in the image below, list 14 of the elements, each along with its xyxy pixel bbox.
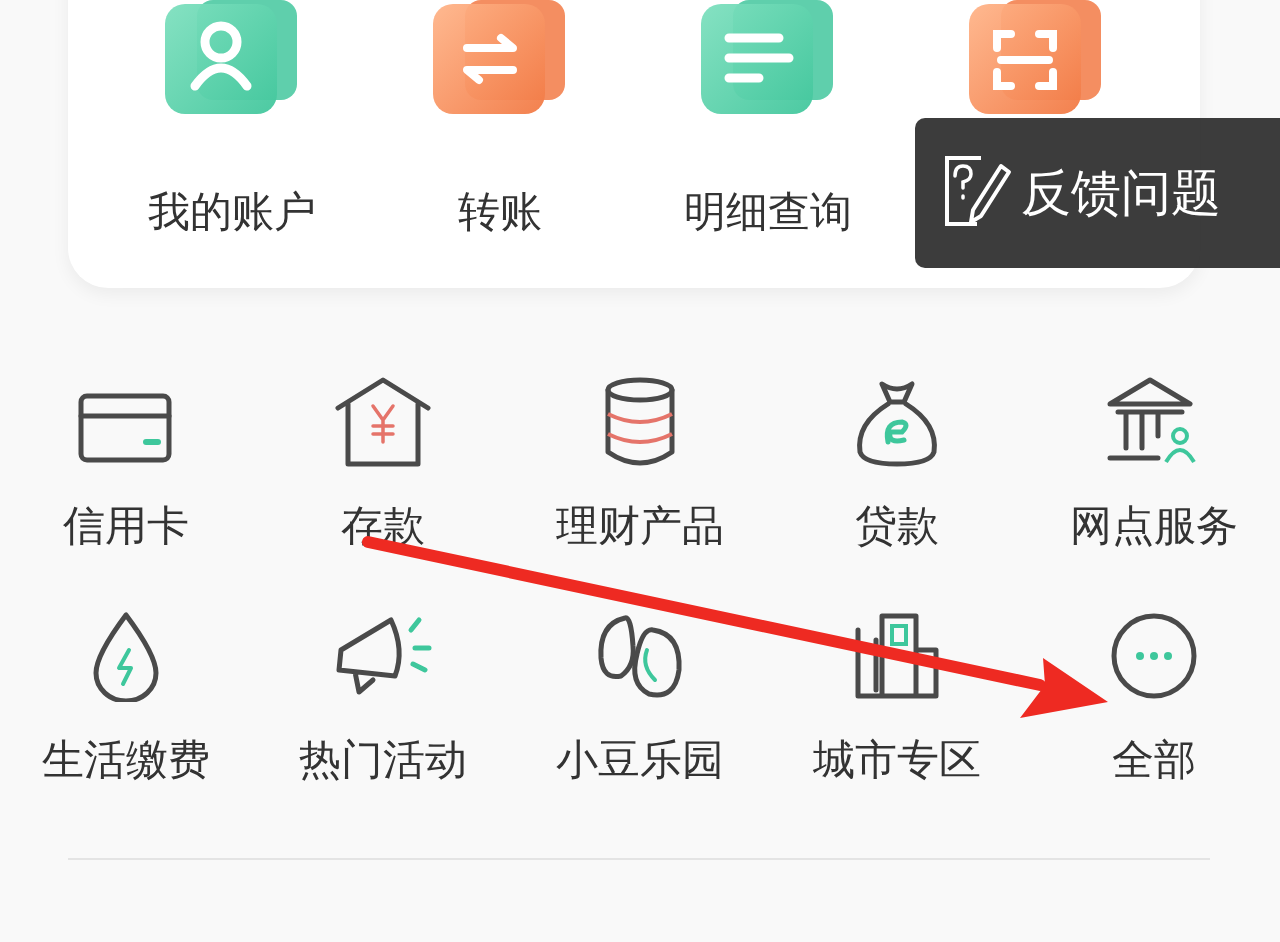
service-label[interactable]: 热门活动 (299, 732, 468, 788)
feedback-button[interactable]: 反馈问题 (915, 118, 1280, 268)
service-label[interactable]: 城市专区 (812, 732, 981, 788)
service-label[interactable]: 生活缴费 (42, 732, 211, 788)
quick-action-label[interactable]: 我的账户 (148, 184, 316, 240)
service-label[interactable]: 信用卡 (63, 498, 190, 554)
service-label[interactable]: 全部 (1111, 732, 1196, 788)
service-label[interactable]: 网点服务 (1069, 498, 1238, 554)
service-label[interactable]: 贷款 (854, 498, 939, 554)
service-label[interactable]: 小豆乐园 (556, 732, 724, 788)
quick-action-label[interactable]: 转账 (458, 184, 542, 240)
house-yen-icon (333, 376, 434, 468)
quick-action-label[interactable]: 明细查询 (684, 184, 852, 240)
service-label[interactable]: 理财产品 (556, 498, 724, 554)
